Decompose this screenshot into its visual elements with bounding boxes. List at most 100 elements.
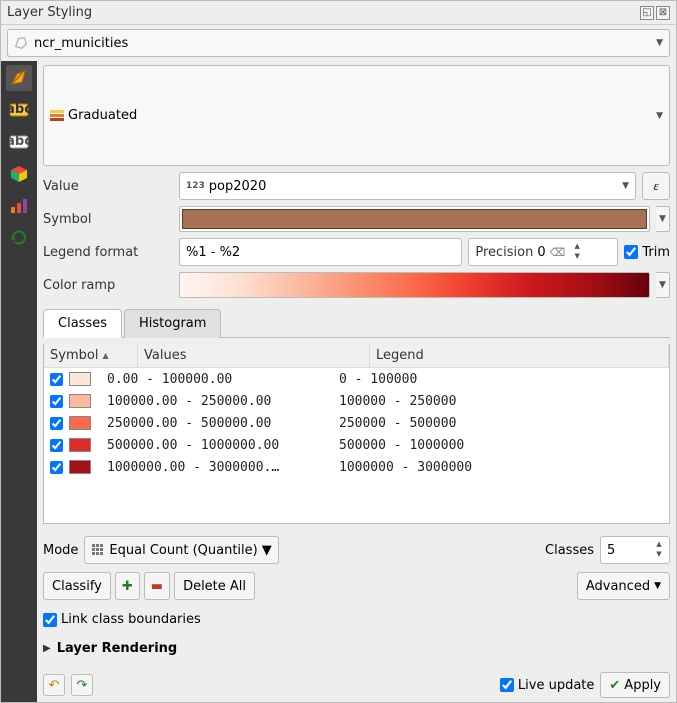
tab-classes[interactable]: Classes xyxy=(43,309,122,338)
classes-count-label: Classes xyxy=(545,543,594,558)
class-legend[interactable]: 1000000 - 3000000 xyxy=(339,460,663,475)
symbology-tab-icon[interactable] xyxy=(6,65,32,91)
color-ramp-button[interactable] xyxy=(179,272,650,298)
expression-button[interactable]: ε xyxy=(642,172,670,200)
link-boundaries-checkbox[interactable]: Link class boundaries xyxy=(43,612,670,627)
check-icon: ✔ xyxy=(609,678,620,693)
renderer-type-label: Graduated xyxy=(68,108,137,123)
polygon-layer-icon xyxy=(14,36,28,50)
value-field-name: pop2020 xyxy=(209,179,267,194)
symbol-dropdown-button[interactable]: ▼ xyxy=(656,206,670,232)
remove-class-button[interactable]: ▬ xyxy=(144,572,170,600)
color-ramp-label: Color ramp xyxy=(43,278,173,293)
class-row[interactable]: 100000.00 - 250000.00100000 - 250000 xyxy=(44,390,669,412)
class-row[interactable]: 1000000.00 - 3000000.…1000000 - 3000000 xyxy=(44,456,669,478)
3d-view-tab-icon[interactable] xyxy=(6,161,32,187)
labels-tab-icon[interactable]: abc xyxy=(6,97,32,123)
spin-down-icon[interactable]: ▼ xyxy=(653,550,665,560)
layer-name: ncr_municities xyxy=(34,36,128,51)
apply-button[interactable]: ✔ Apply xyxy=(600,672,670,698)
class-color-swatch[interactable] xyxy=(69,416,91,430)
dock-icon[interactable]: ◱ xyxy=(640,6,654,20)
class-color-swatch[interactable] xyxy=(69,394,91,408)
class-values[interactable]: 0.00 - 100000.00 xyxy=(107,372,339,387)
classes-count-spinner[interactable]: 5 ▲▼ xyxy=(600,536,670,564)
layer-selector[interactable]: ncr_municities ▼ xyxy=(7,29,670,57)
layer-selector-row: ncr_municities ▼ xyxy=(1,25,676,61)
delete-all-button[interactable]: Delete All xyxy=(174,572,255,600)
diagrams-tab-icon[interactable] xyxy=(6,193,32,219)
spin-down-icon[interactable]: ▼ xyxy=(571,252,583,262)
svg-text:abc: abc xyxy=(9,103,29,117)
masks-tab-icon[interactable]: abc xyxy=(6,129,32,155)
class-visibility-checkbox[interactable] xyxy=(50,417,63,430)
add-class-button[interactable]: ✚ xyxy=(115,572,140,600)
layer-rendering-section[interactable]: ▶ Layer Rendering xyxy=(43,641,670,656)
plus-icon: ✚ xyxy=(122,579,133,594)
graduated-icon xyxy=(50,110,64,122)
quantile-icon xyxy=(91,543,105,557)
legend-format-input[interactable] xyxy=(179,238,462,266)
undo-icon: ↶ xyxy=(49,678,60,693)
class-legend[interactable]: 500000 - 1000000 xyxy=(339,438,663,453)
chevron-down-icon: ▼ xyxy=(656,111,663,121)
mode-label: Mode xyxy=(43,543,78,558)
svg-text:abc: abc xyxy=(9,135,29,149)
class-legend[interactable]: 250000 - 500000 xyxy=(339,416,663,431)
sort-asc-icon: ▲ xyxy=(102,351,108,360)
redo-button[interactable]: ↷ xyxy=(71,674,93,696)
spin-up-icon[interactable]: ▲ xyxy=(653,540,665,550)
panel-title: Layer Styling xyxy=(7,5,638,20)
tab-histogram[interactable]: Histogram xyxy=(124,309,221,338)
mode-selector[interactable]: Equal Count (Quantile) ▼ xyxy=(84,536,278,564)
classify-button[interactable]: Classify xyxy=(43,572,111,600)
chevron-down-icon: ▼ xyxy=(622,181,629,191)
class-color-swatch[interactable] xyxy=(69,372,91,386)
class-tabs: Classes Histogram xyxy=(43,308,670,338)
field-type-icon: 123 xyxy=(186,181,205,191)
chevron-down-icon: ▼ xyxy=(262,543,272,558)
class-visibility-checkbox[interactable] xyxy=(50,395,63,408)
color-ramp-dropdown-button[interactable]: ▼ xyxy=(656,272,670,298)
panel-titlebar: Layer Styling ◱ ⊠ xyxy=(1,1,676,25)
legend-format-label: Legend format xyxy=(43,245,173,260)
value-label: Value xyxy=(43,179,173,194)
minus-icon: ▬ xyxy=(151,579,163,594)
close-icon[interactable]: ⊠ xyxy=(656,6,670,20)
redo-icon: ↷ xyxy=(77,678,88,693)
class-row[interactable]: 250000.00 - 500000.00250000 - 500000 xyxy=(44,412,669,434)
triangle-right-icon: ▶ xyxy=(43,643,51,654)
value-field-selector[interactable]: 123 pop2020 ▼ xyxy=(179,172,636,200)
trim-checkbox[interactable]: Trim xyxy=(624,245,670,260)
precision-spinner[interactable]: Precision 0 ⌫ ▲▼ xyxy=(468,238,618,266)
class-visibility-checkbox[interactable] xyxy=(50,439,63,452)
class-row[interactable]: 500000.00 - 1000000.00500000 - 1000000 xyxy=(44,434,669,456)
class-values[interactable]: 100000.00 - 250000.00 xyxy=(107,394,339,409)
symbol-preview-button[interactable] xyxy=(179,206,650,232)
classes-list: Symbol▲ Values Legend 0.00 - 100000.000 … xyxy=(43,344,670,524)
chevron-down-icon: ▼ xyxy=(654,581,661,591)
column-header-symbol[interactable]: Symbol▲ xyxy=(44,344,138,367)
class-values[interactable]: 1000000.00 - 3000000.… xyxy=(107,460,339,475)
clear-icon[interactable]: ⌫ xyxy=(550,246,566,259)
style-category-sidebar: abc abc xyxy=(1,61,37,702)
history-tab-icon[interactable] xyxy=(6,225,32,251)
undo-button[interactable]: ↶ xyxy=(43,674,65,696)
chevron-down-icon: ▼ xyxy=(656,38,663,48)
spin-up-icon[interactable]: ▲ xyxy=(571,242,583,252)
class-values[interactable]: 500000.00 - 1000000.00 xyxy=(107,438,339,453)
class-color-swatch[interactable] xyxy=(69,460,91,474)
symbol-label: Symbol xyxy=(43,212,173,227)
renderer-type-selector[interactable]: Graduated ▼ xyxy=(43,65,670,166)
advanced-button[interactable]: Advanced▼ xyxy=(577,572,670,600)
class-values[interactable]: 250000.00 - 500000.00 xyxy=(107,416,339,431)
column-header-legend[interactable]: Legend xyxy=(370,344,669,367)
class-color-swatch[interactable] xyxy=(69,438,91,452)
class-visibility-checkbox[interactable] xyxy=(50,373,63,386)
class-legend[interactable]: 0 - 100000 xyxy=(339,372,663,387)
class-row[interactable]: 0.00 - 100000.000 - 100000 xyxy=(44,368,669,390)
live-update-checkbox[interactable]: Live update xyxy=(500,678,594,693)
class-legend[interactable]: 100000 - 250000 xyxy=(339,394,663,409)
class-visibility-checkbox[interactable] xyxy=(50,461,63,474)
column-header-values[interactable]: Values xyxy=(138,344,370,367)
